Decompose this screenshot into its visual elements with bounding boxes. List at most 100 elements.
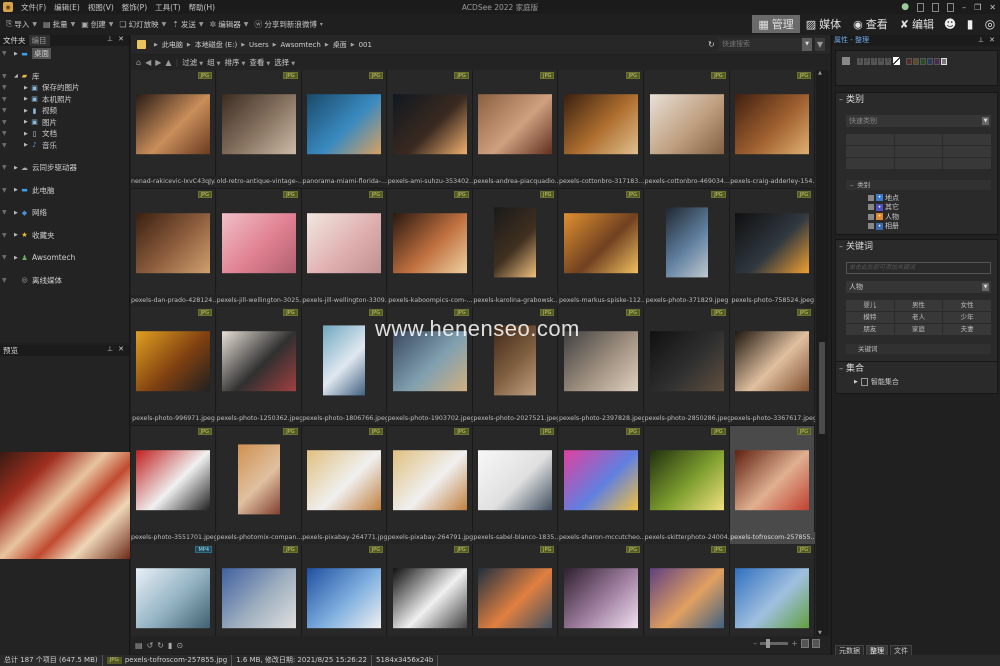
pin-icon[interactable]: ▼ [2, 84, 7, 91]
thumbnail-item[interactable]: JPG pexels-photo-996971.jpeg [131, 307, 216, 427]
color-label-button[interactable] [934, 57, 940, 65]
quick-category-dropdown[interactable]: 快速类别 ▼ [846, 115, 991, 127]
view-menu[interactable]: 查看 ▼ [249, 57, 270, 68]
thumbnail-item[interactable]: JPG pexels-photo-2397828.jpeg [559, 307, 644, 427]
editor-button[interactable]: ✲ 编辑器 ▼ [210, 19, 249, 30]
keyword-button[interactable]: 男性 [894, 300, 943, 311]
close-icon[interactable]: ✕ [118, 35, 124, 43]
rating-4-button[interactable]: 4 [878, 57, 884, 65]
rating-2-button[interactable]: 2 [864, 57, 870, 65]
pin-icon[interactable]: ⊥ [107, 345, 113, 353]
send-button[interactable]: ⇡ 发送 ▼ [172, 19, 203, 30]
rotate-left-icon[interactable]: ↺ [147, 641, 154, 650]
pin-icon[interactable]: ▼ [2, 277, 7, 284]
pin-icon[interactable]: ▼ [2, 130, 7, 137]
tagged-checkbox[interactable] [842, 57, 850, 65]
category-tree-header[interactable]: – 类别 [846, 180, 991, 190]
thumbnail-item[interactable]: JPG [216, 544, 302, 636]
thumbnail-item[interactable]: JPG pexels-dan-prado-428124... [131, 188, 216, 308]
pin-icon[interactable]: ▼ [2, 164, 7, 171]
dashboard-icon[interactable]: ▮ [961, 15, 979, 33]
breadcrumb-this-pc[interactable]: 此电脑 [162, 40, 183, 50]
close-icon[interactable]: ✕ [118, 345, 124, 353]
mode-tab-media[interactable]: ▨ 媒体 [800, 15, 847, 33]
tab-catalog[interactable]: 编目 [28, 35, 50, 46]
mode-tab-edit[interactable]: ✘ 编辑 [894, 15, 940, 33]
up-icon[interactable]: ▲ [165, 58, 171, 67]
pin-icon[interactable]: ▼ [2, 119, 7, 126]
tab-organize[interactable]: 整理 [866, 645, 888, 655]
category-slot[interactable] [894, 146, 943, 157]
category-item[interactable]: • 地点 [868, 193, 899, 202]
search-dropdown-button[interactable]: ▼ [802, 38, 812, 51]
restore-button[interactable]: ❐ [974, 3, 981, 12]
thumbnail-item[interactable]: JPG pexels-photo-2027521.jpeg [473, 307, 559, 427]
thumbnail-item[interactable]: JPG [559, 544, 644, 636]
thumbnail-item[interactable]: JPG pexels-pixabay-264771.jpg [302, 425, 388, 545]
pin-icon[interactable]: ⊥ [107, 35, 113, 43]
pin-icon[interactable]: ▼ [2, 187, 7, 194]
thumbnail-item[interactable]: JPG pexels-kaboompics-com-... [387, 188, 473, 308]
pin-icon[interactable]: ▼ [2, 232, 7, 239]
mode-tab-manage[interactable]: ▦ 管理 [752, 15, 800, 33]
menu-help[interactable]: 帮助(H) [185, 2, 220, 13]
thumbnail-item[interactable]: JPG pexels-tofroscom-257855... [730, 425, 816, 545]
category-item[interactable]: • 人物 [868, 212, 899, 221]
home-icon[interactable]: ⌂ [136, 58, 141, 67]
menu-edit[interactable]: 编辑(E) [50, 2, 84, 13]
clear-label-button[interactable] [941, 57, 947, 65]
thumbnail-item[interactable]: JPG pexels-karolina-grabowsk... [473, 188, 559, 308]
breadcrumb-001[interactable]: 001 [359, 41, 372, 49]
tree-item[interactable]: ▼ ▶ ▣ 图片 [0, 117, 129, 129]
tab-folders[interactable]: 文件夹 [0, 35, 29, 46]
refresh-icon[interactable]: ↻ [708, 40, 715, 49]
category-slot[interactable] [894, 134, 943, 145]
category-slot[interactable] [846, 158, 894, 169]
filter-icon[interactable]: ▼ [815, 38, 825, 51]
thumbnail-item[interactable]: JPG [473, 544, 559, 636]
thumbnail-item[interactable]: JPG pexels-markus-spiske-112... [559, 188, 644, 308]
tree-item[interactable]: ▼ ▶ ♪ 音乐 [0, 140, 129, 152]
keyword-preset-dropdown[interactable]: 人物 ▼ [846, 281, 991, 293]
thumbnail-item[interactable]: JPG pexels-sabel-blanco-1835... [473, 425, 559, 545]
minimize-button[interactable]: – [962, 3, 966, 12]
tree-item[interactable]: ▼ ▶ ▬ 桌面 [0, 48, 129, 60]
keyword-button[interactable]: 女性 [943, 300, 991, 311]
rotate-right-icon[interactable]: ↻ [157, 641, 164, 650]
category-slot[interactable] [943, 134, 991, 145]
tab-metadata[interactable]: 元数据 [835, 645, 864, 655]
thumbnail-size-slider[interactable] [760, 639, 789, 648]
thumbnail-item[interactable]: JPG pexels-photo-758524.jpeg [730, 188, 816, 308]
thumbnail-item[interactable]: JPG panorama-miami-florida-... [302, 70, 388, 189]
keyword-button[interactable]: 家庭 [894, 324, 943, 335]
category-item[interactable]: • 其它 [868, 203, 899, 212]
pin-icon[interactable]: ⊥ [978, 36, 984, 44]
category-slot[interactable] [846, 134, 894, 145]
breadcrumb-users[interactable]: Users [249, 41, 269, 49]
close-button[interactable]: ✕ [989, 3, 996, 12]
thumbnail-item[interactable]: JPG [302, 544, 388, 636]
slideshow-button[interactable]: ❏ 幻灯放映 ▼ [119, 19, 166, 30]
breadcrumb-drive[interactable]: 本地磁盘 (E:) [195, 40, 237, 50]
details-view-button[interactable] [812, 639, 820, 648]
tree-item[interactable]: ▼ ▶ ▬ 此电脑 [0, 185, 129, 197]
tree-item[interactable]: ▼ ▶ ▮ 视频 [0, 105, 129, 117]
mode-tab-view[interactable]: ◉ 查看 [847, 15, 894, 33]
tree-item[interactable]: ▼ ▶ ▣ 本机照片 [0, 94, 129, 106]
color-label-button[interactable] [920, 57, 926, 65]
thumbnail-item[interactable]: JPG [730, 544, 816, 636]
pin-icon[interactable]: ▼ [2, 96, 7, 103]
thumbnail-item[interactable]: JPG pexels-sharon-mccutcheo... [559, 425, 644, 545]
layout-bottom-button[interactable] [932, 2, 940, 12]
color-label-button[interactable] [906, 57, 912, 65]
pin-icon[interactable]: ▼ [2, 209, 7, 216]
pin-icon[interactable]: ▼ [2, 50, 7, 57]
thumbnail-item[interactable]: JPG [387, 544, 473, 636]
people-mode-icon[interactable]: ☻ [941, 15, 959, 33]
weibo-share-button[interactable]: ⓦ 分享到新浪微博 ▾ [254, 19, 323, 30]
keyword-input[interactable]: 单击此处即可添加关键词 [846, 262, 991, 274]
zoom-out-button[interactable]: – [753, 639, 757, 648]
vertical-scrollbar[interactable]: ▲ ▼ [816, 70, 828, 636]
category-item[interactable]: • 相册 [868, 222, 899, 231]
scroll-up-arrow[interactable]: ▲ [818, 70, 822, 76]
